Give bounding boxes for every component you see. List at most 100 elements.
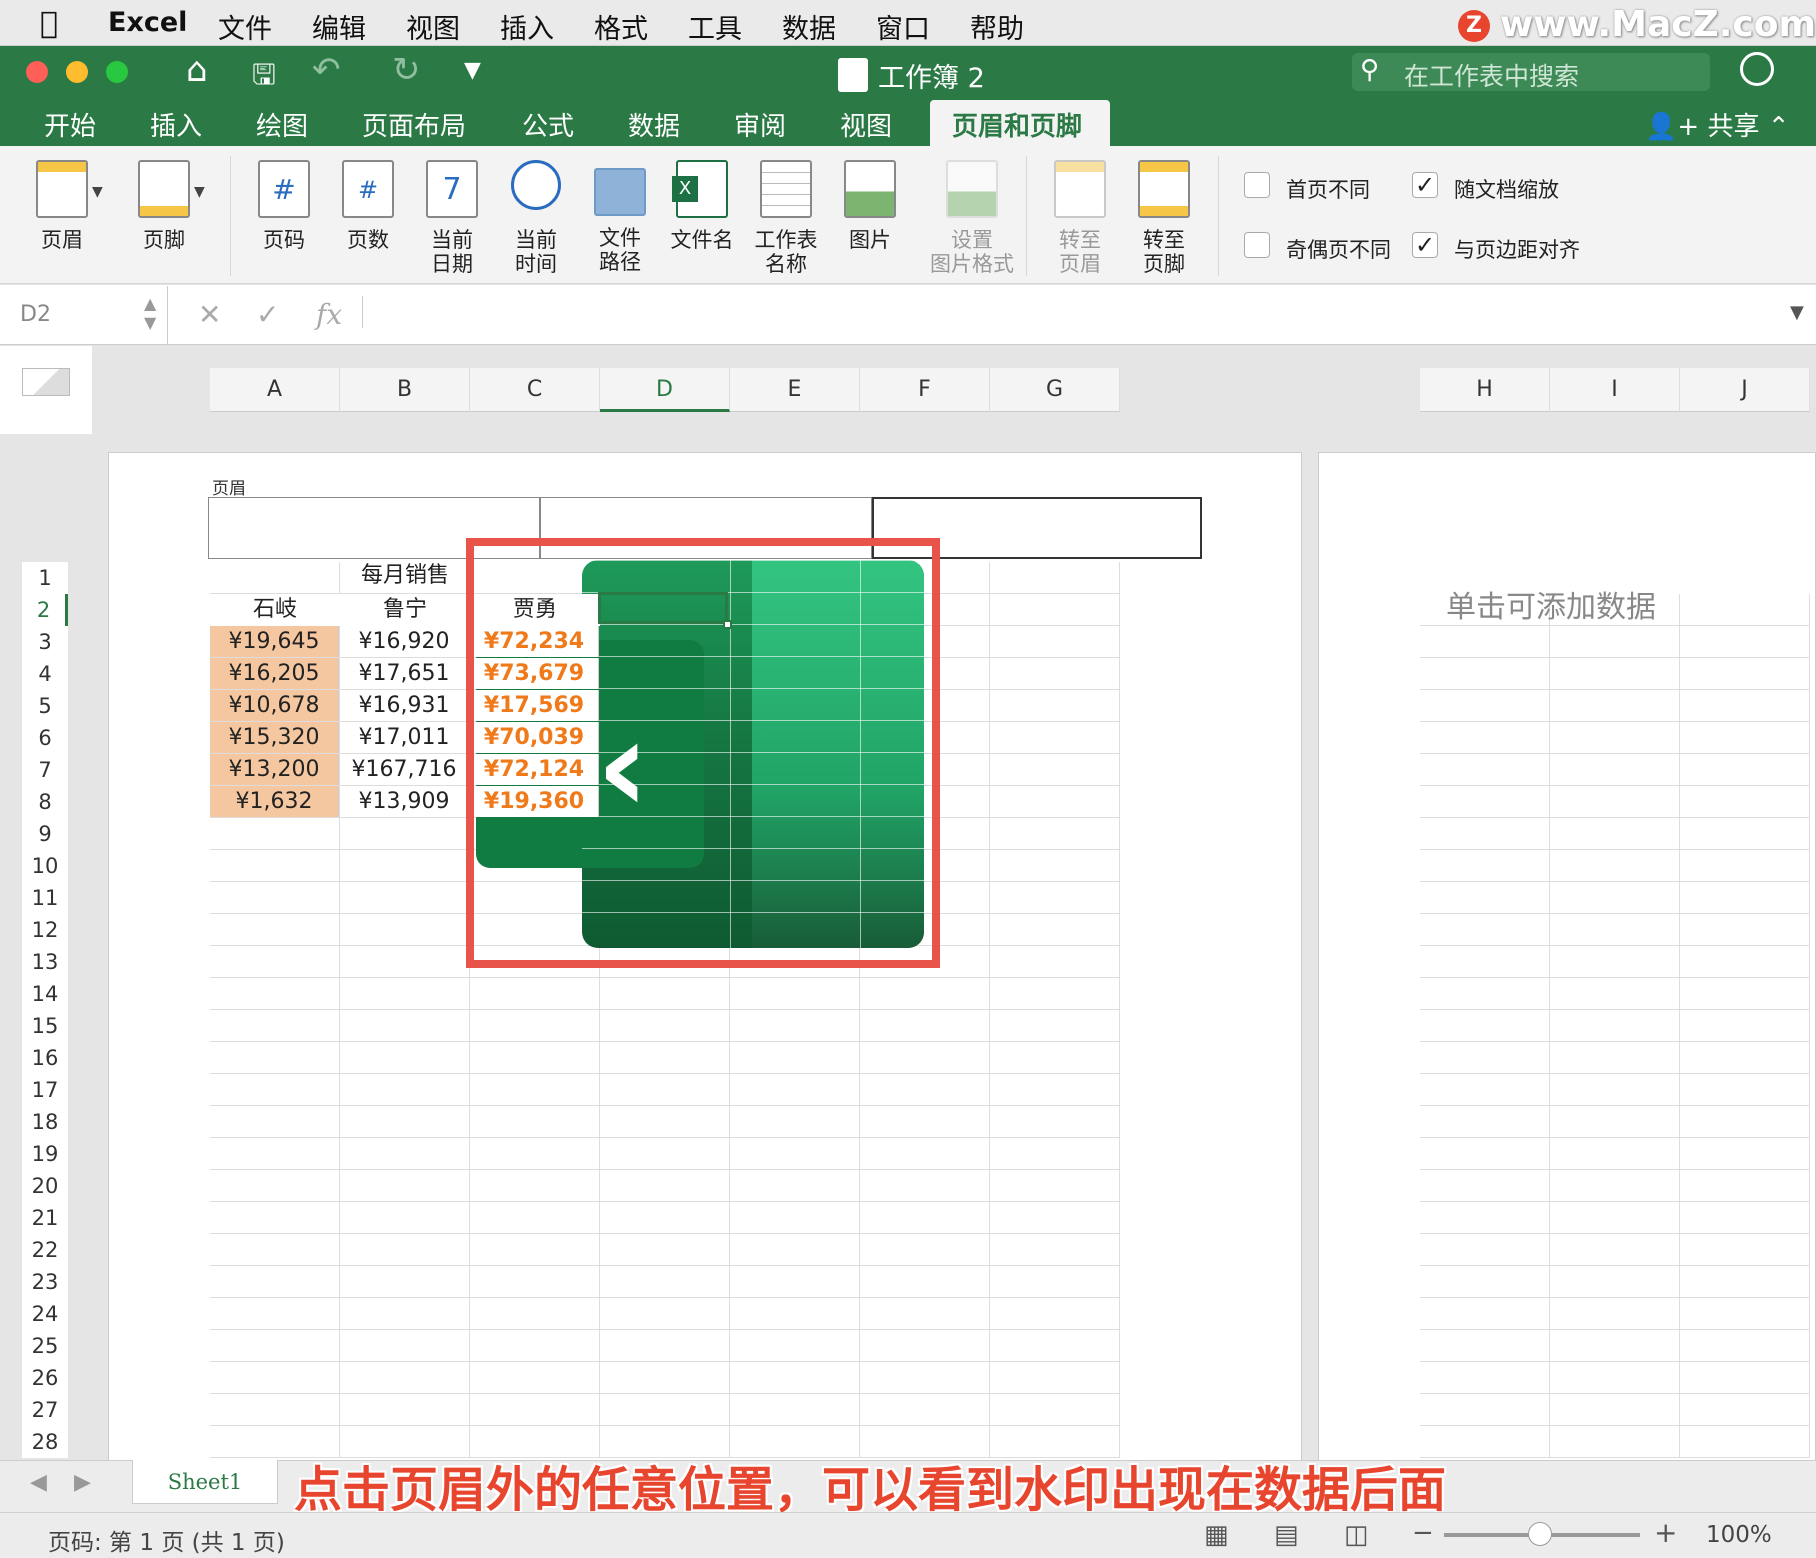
grid-cell[interactable] (990, 786, 1120, 818)
grid-cell[interactable] (340, 1298, 470, 1330)
grid-cell[interactable] (340, 1394, 470, 1426)
grid-cell[interactable] (210, 1394, 340, 1426)
grid-cell[interactable] (730, 1106, 860, 1138)
click-to-add-hint[interactable]: 单击可添加数据 (1446, 582, 1656, 626)
grid-cell[interactable] (340, 1170, 470, 1202)
grid-cell[interactable] (990, 978, 1120, 1010)
page-layout-view-icon[interactable]: ▤ (1274, 1520, 1299, 1550)
table-cell[interactable]: ¥19,645 (210, 626, 339, 657)
column-header-f[interactable]: F (860, 368, 990, 412)
grid-cell[interactable] (1680, 722, 1810, 754)
redo-icon[interactable]: ↻ (392, 50, 421, 90)
grid-cell[interactable] (860, 1042, 990, 1074)
grid-cell[interactable] (210, 1330, 340, 1362)
grid-cell[interactable] (210, 1202, 340, 1234)
grid-cell[interactable] (340, 1106, 470, 1138)
grid-cell[interactable] (1550, 658, 1680, 690)
grid-cell[interactable] (1550, 1170, 1680, 1202)
grid-cell[interactable] (730, 1010, 860, 1042)
row-header-20[interactable]: 20 (22, 1170, 68, 1202)
row-header-25[interactable]: 25 (22, 1330, 68, 1362)
grid-cell[interactable] (730, 1234, 860, 1266)
grid-cell[interactable] (470, 1394, 600, 1426)
name-box[interactable]: D2 ▲ ▼ (0, 286, 168, 344)
grid-cell[interactable] (1680, 1138, 1810, 1170)
grid-cell[interactable] (340, 946, 470, 978)
page-break-view-icon[interactable]: ◫ (1344, 1520, 1369, 1550)
grid-cell[interactable] (210, 1138, 340, 1170)
grid-cell[interactable] (1420, 626, 1550, 658)
share-button[interactable]: 👤+ 共享 ⌃ (1645, 106, 1790, 143)
grid-cell[interactable] (1550, 754, 1680, 786)
grid-cell[interactable] (1550, 850, 1680, 882)
grid-cell[interactable] (1680, 1074, 1810, 1106)
grid-cell[interactable] (990, 690, 1120, 722)
grid-cell[interactable] (1680, 1202, 1810, 1234)
grid-cell[interactable] (990, 914, 1120, 946)
customize-toolbar-icon[interactable]: ▼ (464, 58, 481, 83)
function-icon[interactable]: fx (316, 298, 342, 331)
row-header-1[interactable]: 1 (22, 562, 68, 594)
grid-cell[interactable] (470, 1138, 600, 1170)
row-header-13[interactable]: 13 (22, 946, 68, 978)
grid-cell[interactable] (990, 1010, 1120, 1042)
grid-cell[interactable] (860, 1330, 990, 1362)
grid-cell[interactable] (600, 1266, 730, 1298)
grid-cell[interactable] (1680, 882, 1810, 914)
column-header-a[interactable]: A (210, 368, 340, 412)
different-first-page-checkbox[interactable] (1244, 172, 1270, 198)
grid-cell[interactable] (1550, 1138, 1680, 1170)
collapse-ribbon-icon[interactable]: ⌃ (1768, 112, 1790, 142)
select-all-corner[interactable] (0, 346, 92, 434)
tab-data[interactable]: 数据 (628, 106, 680, 143)
grid-cell[interactable] (470, 978, 600, 1010)
row-header-12[interactable]: 12 (22, 914, 68, 946)
grid-cell[interactable] (1680, 1330, 1810, 1362)
row-header-3[interactable]: 3 (22, 626, 68, 658)
grid-cell[interactable] (990, 1170, 1120, 1202)
grid-cell[interactable] (1550, 722, 1680, 754)
table-cell[interactable]: ¥16,920 (340, 626, 469, 657)
page-number-button[interactable]: # 页码 (244, 160, 324, 252)
grid-cell[interactable] (990, 1298, 1120, 1330)
different-odd-even-checkbox[interactable] (1244, 232, 1270, 258)
grid-cell[interactable] (600, 1010, 730, 1042)
sheet-tab[interactable]: Sheet1 (132, 1460, 278, 1504)
column-header-g[interactable]: G (990, 368, 1120, 412)
table-header-cell[interactable]: 石岐 (210, 594, 340, 626)
grid-cell[interactable] (1420, 1266, 1550, 1298)
minimize-button[interactable] (66, 61, 88, 83)
grid-cell[interactable] (1550, 1426, 1680, 1458)
grid-cell[interactable] (1680, 690, 1810, 722)
grid-cell[interactable] (990, 1202, 1120, 1234)
grid-cell[interactable] (600, 978, 730, 1010)
menu-window[interactable]: 窗口 (876, 7, 930, 46)
row-header-23[interactable]: 23 (22, 1266, 68, 1298)
table-cell[interactable]: ¥13,909 (340, 786, 469, 817)
grid-cell[interactable] (860, 1266, 990, 1298)
grid-cell[interactable] (860, 1010, 990, 1042)
row-header-18[interactable]: 18 (22, 1106, 68, 1138)
grid-cell[interactable] (600, 1170, 730, 1202)
grid-cell[interactable] (860, 1106, 990, 1138)
grid-cell[interactable] (1550, 882, 1680, 914)
row-header-11[interactable]: 11 (22, 882, 68, 914)
grid-cell[interactable] (210, 914, 340, 946)
grid-cell[interactable] (990, 818, 1120, 850)
table-cell[interactable]: ¥15,320 (210, 722, 339, 753)
grid-cell[interactable] (1420, 1074, 1550, 1106)
grid-cell[interactable] (1550, 1010, 1680, 1042)
grid-cell[interactable] (340, 1202, 470, 1234)
grid-cell[interactable] (1550, 626, 1680, 658)
row-header-15[interactable]: 15 (22, 1010, 68, 1042)
grid-cell[interactable] (340, 978, 470, 1010)
row-header-17[interactable]: 17 (22, 1074, 68, 1106)
grid-cell[interactable] (340, 850, 470, 882)
grid-cell[interactable] (1550, 1202, 1680, 1234)
grid-cell[interactable] (1680, 594, 1810, 626)
grid-cell[interactable] (730, 1394, 860, 1426)
grid-cell[interactable] (990, 1106, 1120, 1138)
grid-cell[interactable] (470, 1330, 600, 1362)
grid-cell[interactable] (600, 1394, 730, 1426)
grid-cell[interactable] (1420, 1234, 1550, 1266)
